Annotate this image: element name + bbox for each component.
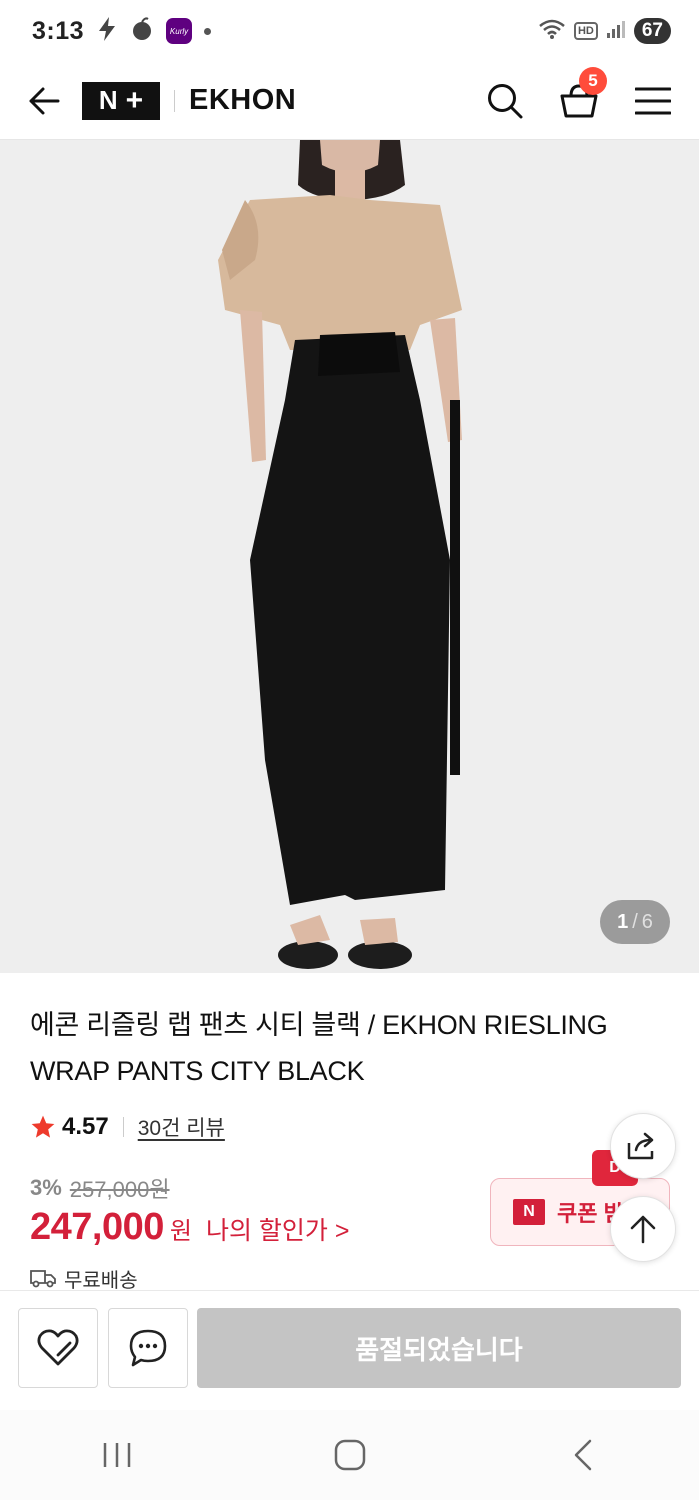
image-counter-current: 1	[617, 910, 629, 933]
bottom-action-bar: 품절되었습니다	[0, 1290, 699, 1408]
home-icon	[334, 1439, 365, 1471]
search-button[interactable]	[483, 79, 527, 123]
flash-icon	[96, 16, 118, 47]
my-discount-link[interactable]: 나의 할인가 >	[206, 1211, 350, 1247]
truck-icon	[30, 1270, 56, 1288]
nplus-logo[interactable]: N +	[82, 81, 160, 120]
rating-value: 4.57	[62, 1113, 109, 1140]
shipping-row: 무료배송	[30, 1266, 138, 1290]
menu-button[interactable]	[631, 79, 675, 123]
hamburger-menu-icon	[635, 87, 671, 114]
share-icon	[627, 1132, 654, 1160]
arrow-left-icon	[29, 87, 60, 114]
sale-price: 247,000	[30, 1206, 164, 1248]
product-photo	[0, 140, 699, 973]
recents-icon	[103, 1443, 130, 1467]
share-button[interactable]	[610, 1113, 676, 1179]
kurly-app-icon: Kurly	[166, 18, 193, 44]
review-link[interactable]: 30건 리뷰	[138, 1112, 225, 1142]
nav-home-button[interactable]	[310, 1425, 390, 1485]
notification-dot	[204, 27, 212, 35]
system-nav-bar	[0, 1410, 699, 1500]
chat-bubble-icon	[129, 1329, 167, 1367]
original-price-row: 3% 257,000원	[30, 1172, 170, 1204]
scroll-top-button[interactable]	[610, 1196, 676, 1262]
nav-recents-button[interactable]	[77, 1425, 157, 1485]
original-price: 257,000원	[69, 1177, 170, 1202]
app-header: N + EKHON 5	[0, 62, 699, 140]
soldout-button: 품절되었습니다	[197, 1308, 681, 1388]
apple-icon	[130, 16, 154, 46]
image-counter-total: 6	[641, 910, 653, 933]
sale-price-row: 247,000 원 나의 할인가 >	[30, 1206, 349, 1249]
product-title: 에콘 리즐링 랩 팬츠 시티 블랙 / EKHON RIESLING WRAP …	[30, 1010, 608, 1086]
wifi-icon	[538, 18, 566, 45]
naver-badge: N	[513, 1199, 545, 1225]
shipping-label: 무료배송	[64, 1269, 138, 1291]
arrow-up-icon	[630, 1215, 656, 1244]
rating-row: 4.57 30건 리뷰	[30, 1112, 225, 1142]
logo-n: N	[98, 85, 118, 115]
cart-count-badge: 5	[579, 66, 607, 95]
status-bar: 3:13 Kurly HD 67	[0, 0, 699, 62]
rating-divider	[122, 1117, 124, 1137]
search-icon	[488, 83, 523, 118]
back-button[interactable]	[24, 81, 64, 121]
status-time: 3:13	[32, 16, 85, 45]
brand-name[interactable]: EKHON	[189, 84, 296, 117]
signal-icon	[606, 19, 626, 44]
chevron-left-icon	[574, 1439, 591, 1471]
talktalk-chat-button[interactable]	[108, 1308, 188, 1388]
cart-button[interactable]: 5	[557, 66, 607, 123]
product-image-gallery[interactable]: 1 / 6	[0, 140, 699, 973]
image-counter: 1 / 6	[600, 900, 670, 944]
discount-rate: 3%	[30, 1175, 62, 1200]
star-icon	[31, 1115, 55, 1138]
hd-voice-icon: HD	[573, 22, 598, 40]
logo-plus: +	[125, 83, 144, 117]
image-counter-separator: /	[632, 910, 638, 933]
heart-check-icon	[37, 1329, 79, 1366]
sale-price-unit: 원	[169, 1218, 192, 1245]
nav-back-button[interactable]	[543, 1425, 623, 1485]
battery-indicator: 67	[633, 18, 671, 44]
logo-divider	[174, 89, 175, 112]
wishlist-button[interactable]	[18, 1308, 98, 1388]
